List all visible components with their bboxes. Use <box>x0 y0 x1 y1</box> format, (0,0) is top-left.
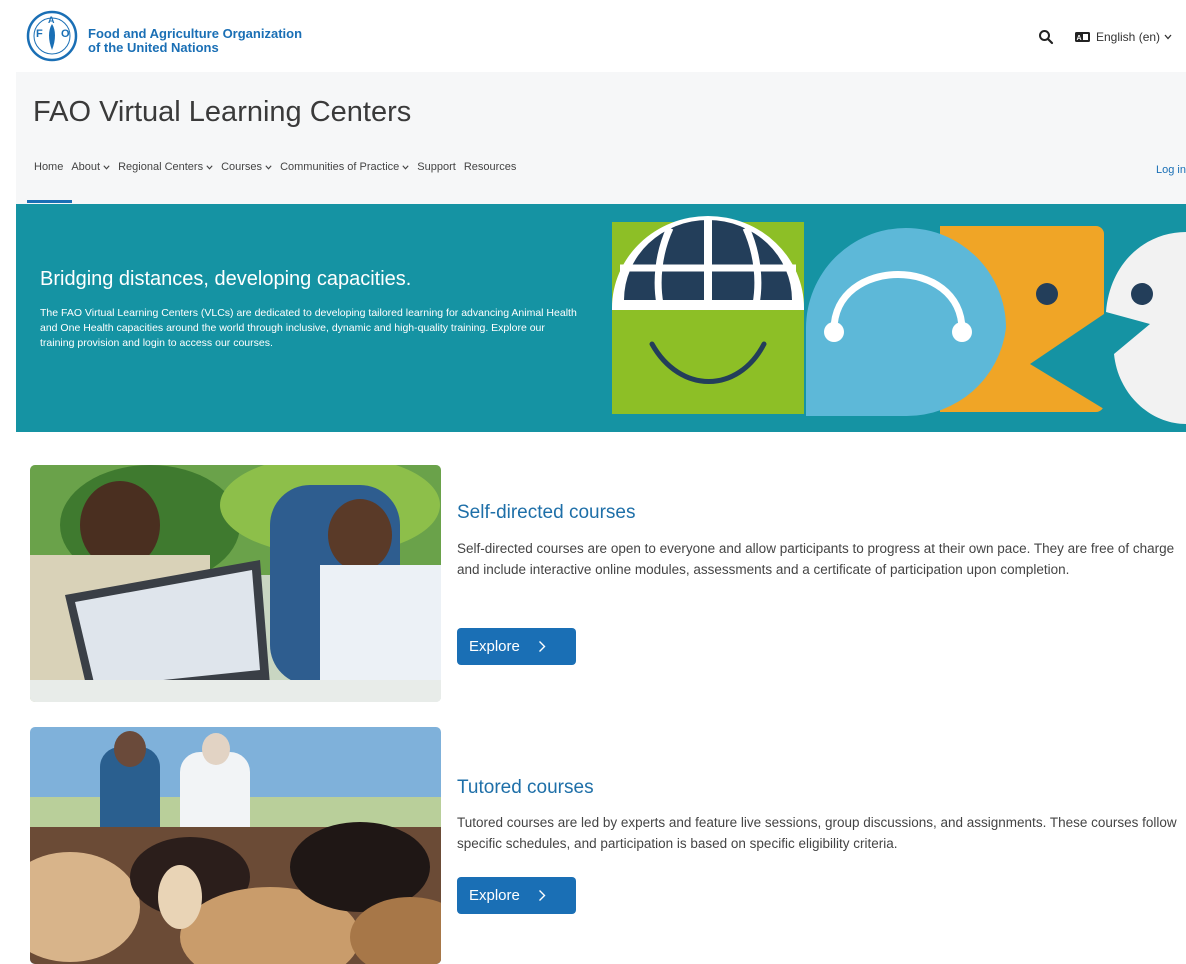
language-icon: A <box>1075 32 1090 42</box>
course-description: Self-directed courses are open to everyo… <box>457 541 1175 577</box>
fao-logo[interactable]: F O A <box>26 10 78 62</box>
explore-button[interactable]: Explore <box>457 877 576 914</box>
chevron-down-icon <box>402 164 409 170</box>
chevron-down-icon <box>265 164 272 170</box>
course-card-tutored: Tutored courses Tutored courses are led … <box>30 727 1186 964</box>
course-image-sheep[interactable] <box>30 727 441 964</box>
org-name-line1: Food and Agriculture Organization <box>88 26 303 41</box>
top-bar: F O A Food and Agriculture Organization … <box>0 0 1186 72</box>
nav-item-communities-of-practice[interactable]: Communities of Practice <box>280 161 409 173</box>
nav-item-regional-centers[interactable]: Regional Centers <box>118 161 213 173</box>
nav-item-label: About <box>71 161 101 173</box>
nav-active-indicator <box>27 200 72 203</box>
explore-button-label: Explore <box>469 887 520 904</box>
course-title[interactable]: Tutored courses <box>457 777 594 799</box>
search-icon[interactable] <box>1037 28 1055 46</box>
svg-text:A: A <box>1077 35 1082 42</box>
nav-item-label: Support <box>417 161 456 173</box>
site-title[interactable]: FAO Virtual Learning Centers <box>33 96 411 129</box>
nav-item-resources[interactable]: Resources <box>464 161 517 173</box>
globe-face-shape <box>612 216 804 414</box>
course-card-self-directed: Self-directed courses Self-directed cour… <box>30 465 1186 702</box>
svg-text:O: O <box>61 28 70 40</box>
course-title[interactable]: Self-directed courses <box>457 502 635 524</box>
nav-item-home[interactable]: Home <box>34 161 63 173</box>
nav-item-courses[interactable]: Courses <box>221 161 272 173</box>
nav-item-label: Communities of Practice <box>280 161 400 173</box>
chevron-down-icon <box>103 164 110 170</box>
nav-item-label: Courses <box>221 161 263 173</box>
site-header: FAO Virtual Learning Centers Home About … <box>16 72 1186 204</box>
hero-heading: Bridging distances, developing capacitie… <box>40 268 412 290</box>
hero-text: The FAO Virtual Learning Centers (VLCs) … <box>40 307 577 349</box>
chevron-right-icon <box>538 641 546 652</box>
org-name[interactable]: Food and Agriculture Organization of the… <box>88 27 302 55</box>
primary-nav: Home About Regional Centers Courses Comm… <box>34 161 524 173</box>
language-label: English (en) <box>1096 30 1161 44</box>
explore-button[interactable]: Explore <box>457 628 576 665</box>
chevron-down-icon <box>1164 34 1172 40</box>
svg-text:A: A <box>48 15 55 25</box>
explore-button-label: Explore <box>469 638 520 655</box>
nav-item-label: Resources <box>463 161 517 173</box>
language-selector[interactable]: A English (en) <box>1075 28 1172 46</box>
nav-item-label: Home <box>34 161 64 173</box>
chevron-down-icon <box>206 164 213 170</box>
nav-item-label: Regional Centers <box>118 161 204 173</box>
svg-text:F: F <box>36 28 43 40</box>
chevron-right-icon <box>538 890 546 901</box>
course-image-laptop[interactable] <box>30 465 441 702</box>
course-description: Tutored courses are led by experts and f… <box>457 815 1177 851</box>
hero-banner: Bridging distances, developing capacitie… <box>16 204 1186 432</box>
login-link[interactable]: Log in <box>1156 164 1186 176</box>
org-name-line2: of the United Nations <box>88 40 219 55</box>
hero-illustration <box>612 216 1186 424</box>
nav-item-about[interactable]: About <box>71 161 110 173</box>
white-bird-shape <box>1106 232 1186 424</box>
nav-item-support[interactable]: Support <box>417 161 456 173</box>
